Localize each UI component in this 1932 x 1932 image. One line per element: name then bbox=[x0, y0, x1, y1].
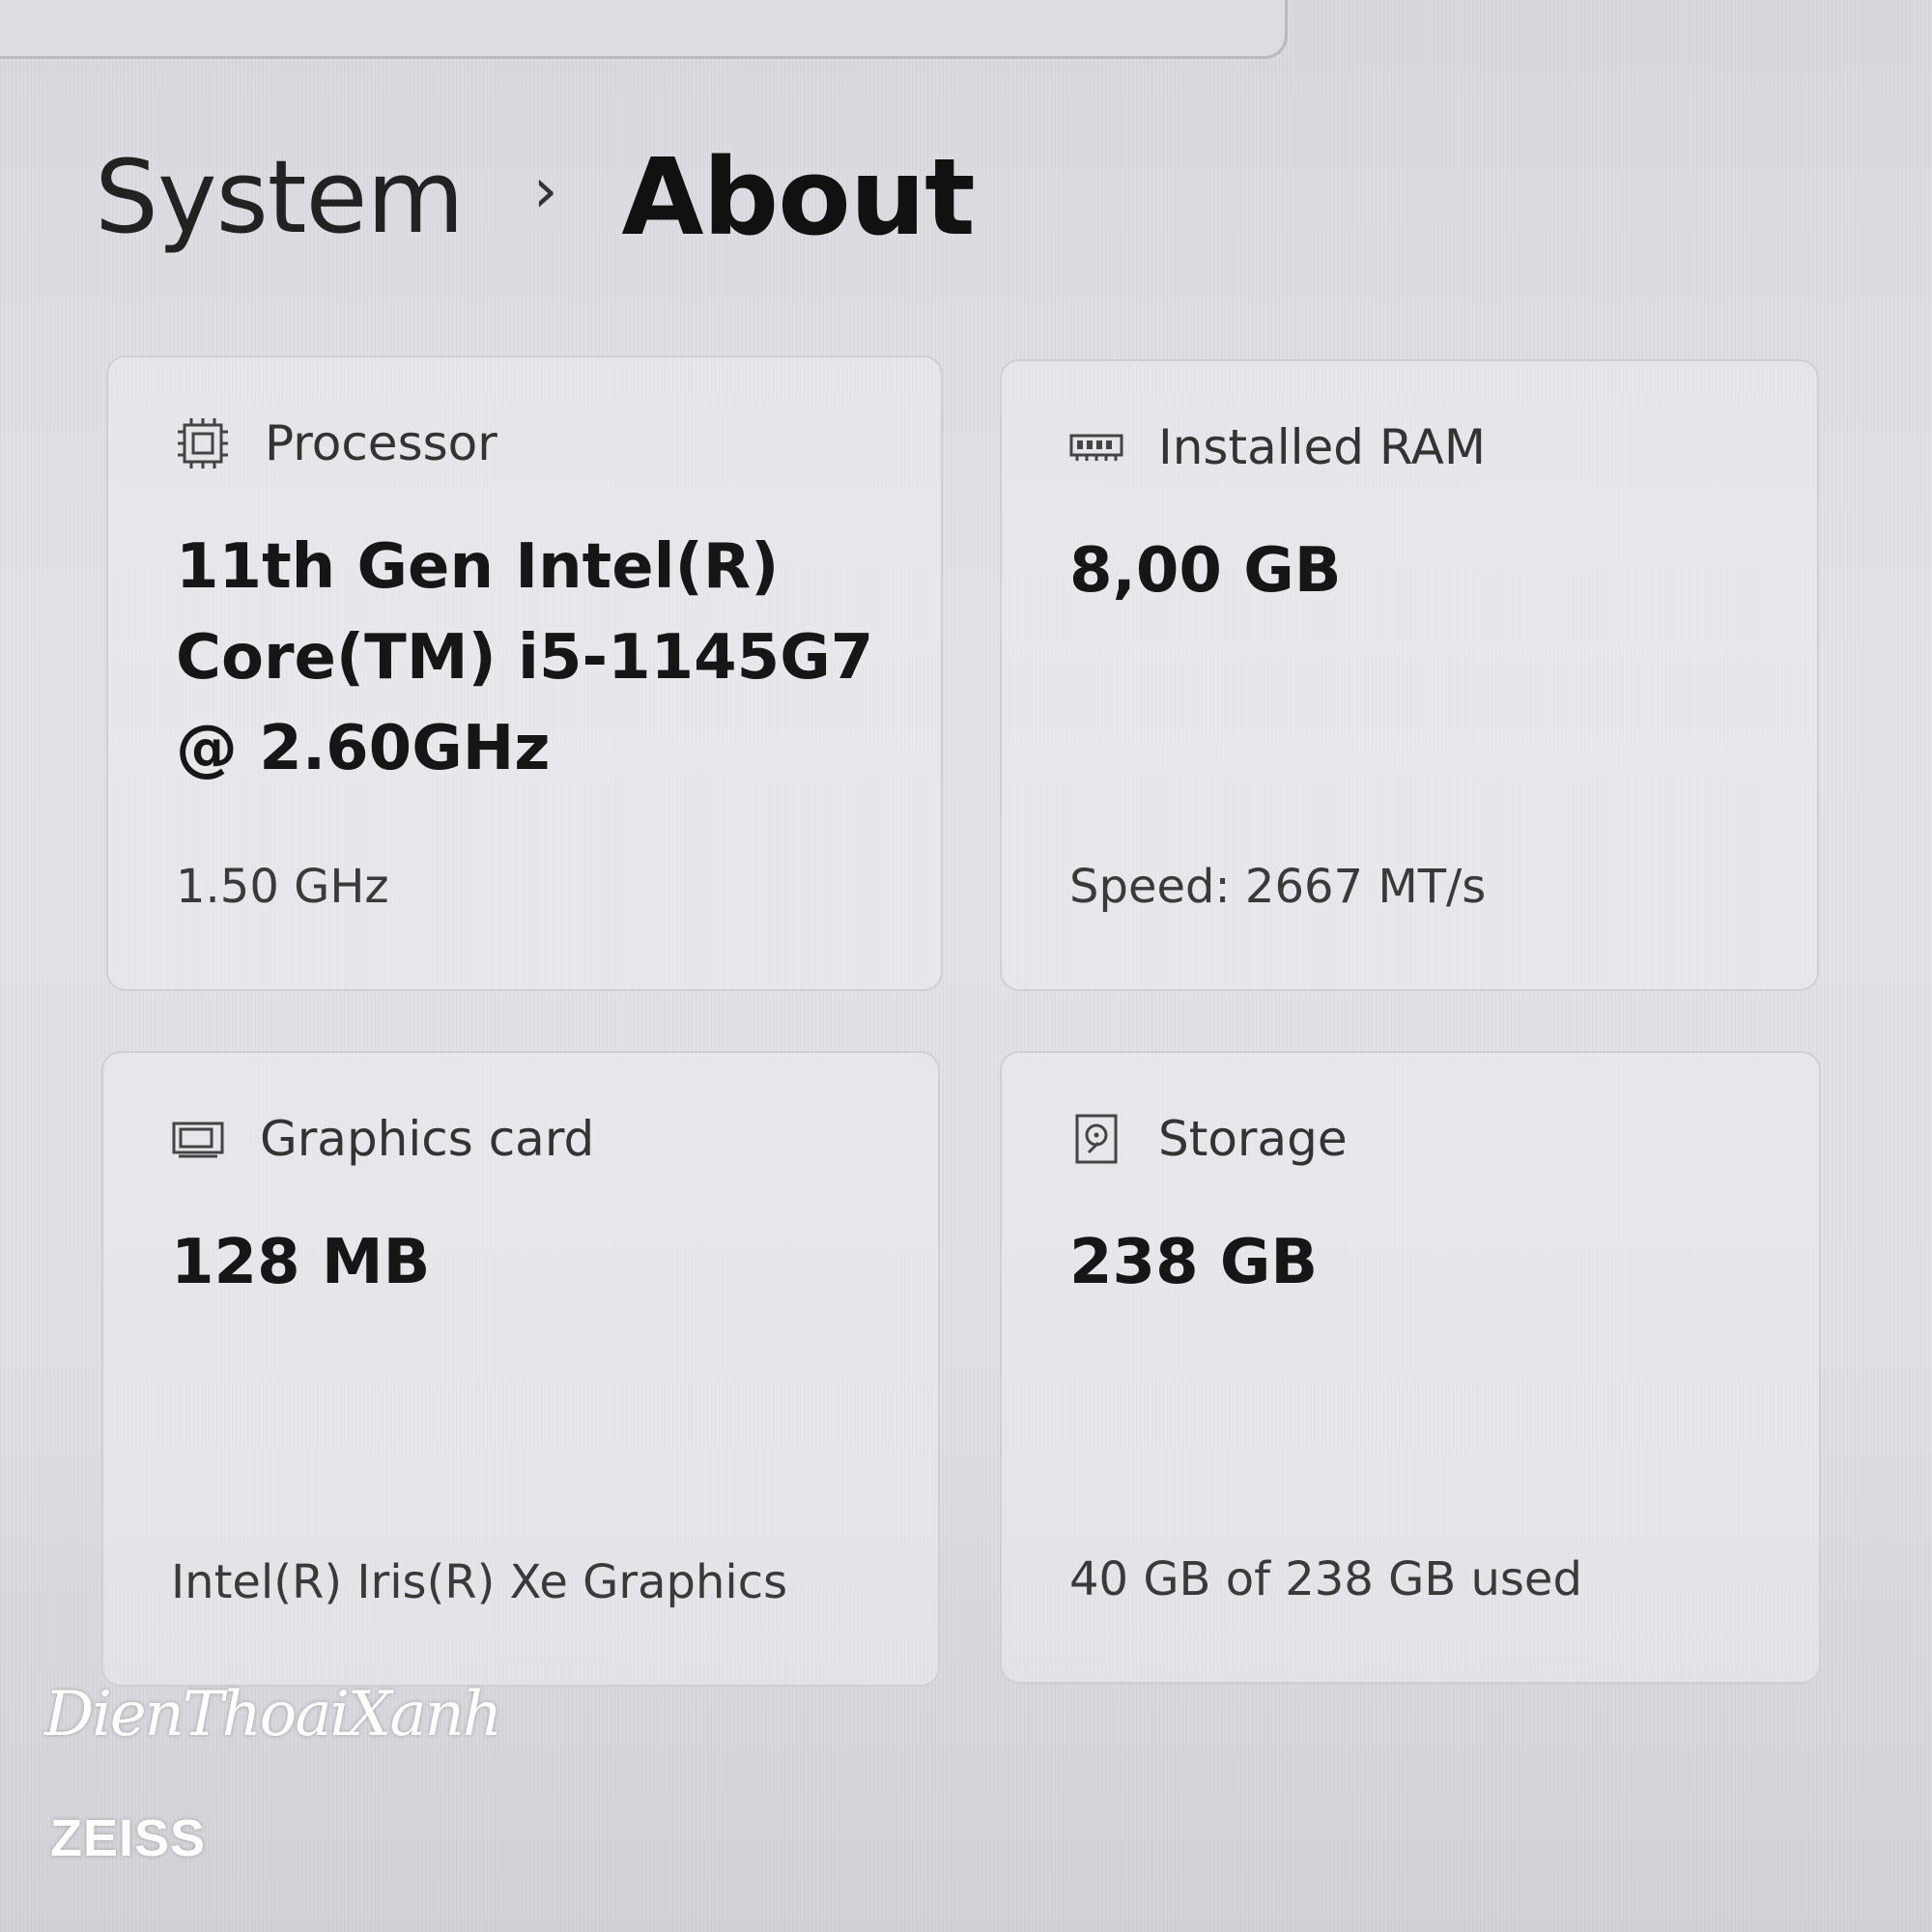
ram-card: Installed RAM 8,00 GB Speed: 2667 MT/s bbox=[1000, 359, 1819, 991]
processor-value: 11th Gen Intel(R) Core(TM) i5-1145G7 @ 2… bbox=[176, 531, 874, 784]
processor-card-header: Processor bbox=[176, 415, 497, 471]
breadcrumb-system-link[interactable]: System bbox=[95, 138, 465, 256]
breadcrumb: System › About bbox=[95, 135, 976, 259]
storage-value: 238 GB bbox=[1069, 1227, 1319, 1298]
memory-module-icon bbox=[1069, 420, 1123, 474]
ram-value: 8,00 GB bbox=[1069, 535, 1342, 607]
processor-title: Processor bbox=[265, 415, 497, 471]
storage-usage: 40 GB of 238 GB used bbox=[1069, 1552, 1582, 1606]
ram-speed: Speed: 2667 MT/s bbox=[1069, 860, 1487, 914]
storage-card-header: Storage bbox=[1069, 1111, 1348, 1167]
page-title: About bbox=[621, 135, 975, 259]
lens-watermark: ZEISS bbox=[50, 1809, 207, 1867]
chevron-right-icon: › bbox=[532, 156, 558, 227]
graphics-value: 128 MB bbox=[171, 1227, 431, 1298]
ram-card-header: Installed RAM bbox=[1069, 419, 1486, 475]
brand-watermark: DienThoaiXanh bbox=[44, 1679, 502, 1750]
graphics-title: Graphics card bbox=[260, 1111, 595, 1167]
processor-chip-icon bbox=[176, 416, 230, 470]
graphics-model: Intel(R) Iris(R) Xe Graphics bbox=[171, 1555, 788, 1609]
processor-card: Processor 11th Gen Intel(R) Core(TM) i5-… bbox=[106, 355, 943, 991]
graphics-card-header: Graphics card bbox=[171, 1111, 594, 1167]
graphics-card: Graphics card 128 MB Intel(R) Iris(R) Xe… bbox=[101, 1051, 940, 1687]
storage-title: Storage bbox=[1158, 1111, 1348, 1167]
storage-card: Storage 238 GB 40 GB of 238 GB used bbox=[1000, 1051, 1821, 1684]
processor-speed: 1.50 GHz bbox=[176, 860, 389, 914]
ram-title: Installed RAM bbox=[1158, 419, 1486, 475]
hard-drive-icon bbox=[1069, 1112, 1123, 1166]
search-box-edge bbox=[0, 0, 1288, 59]
graphics-card-icon bbox=[171, 1112, 225, 1166]
